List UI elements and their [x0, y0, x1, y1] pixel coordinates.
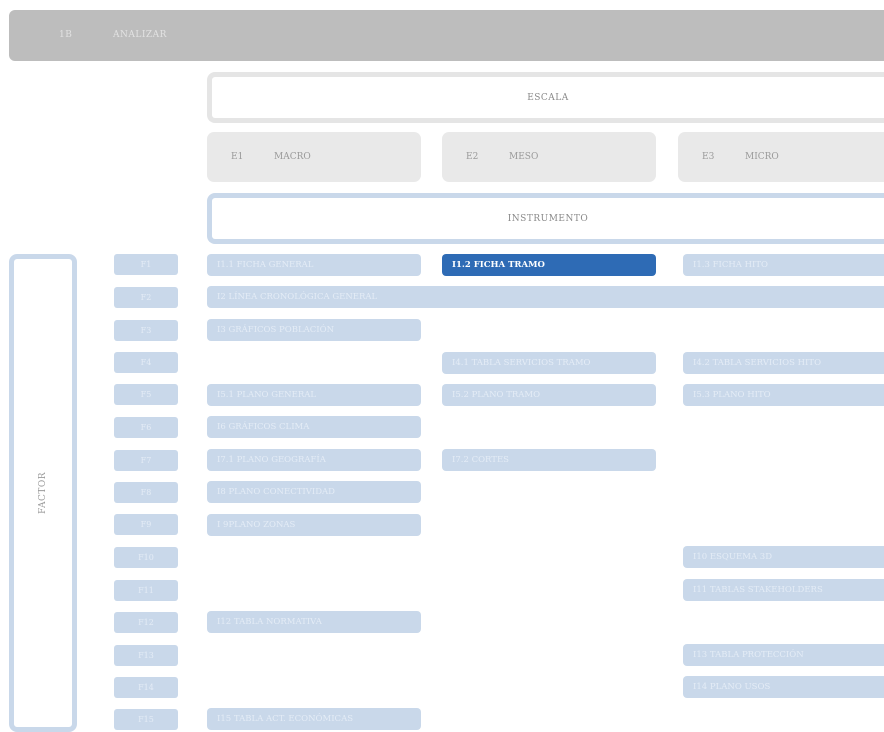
- instrument-i4-1[interactable]: I4.1 TABLA SERVICIOS TRAMO: [442, 352, 656, 374]
- scale-e2[interactable]: E2 MESO: [442, 132, 656, 182]
- factor-f5[interactable]: F5: [114, 384, 178, 405]
- instrument-i1-2[interactable]: I1.2 FICHA TRAMO: [442, 254, 656, 276]
- instrument-i12[interactable]: I12 TABLA NORMATIVA: [207, 611, 421, 633]
- scale-code: E3: [702, 152, 715, 162]
- factor-f1[interactable]: F1: [114, 254, 178, 275]
- scale-name: MACRO: [274, 152, 311, 162]
- factor-f8[interactable]: F8: [114, 482, 178, 503]
- instrument-i7-2[interactable]: I7.2 CORTES: [442, 449, 656, 471]
- factor-f14[interactable]: F14: [114, 677, 178, 698]
- instrument-i9[interactable]: I 9PLANO ZONAS: [207, 514, 421, 536]
- escala-header: ESCALA: [207, 72, 884, 123]
- instrument-i5-2[interactable]: I5.2 PLANO TRAMO: [442, 384, 656, 406]
- factor-panel: FACTOR: [9, 254, 77, 732]
- instrument-i5-1[interactable]: I5.1 PLANO GENERAL: [207, 384, 421, 406]
- scale-name: MESO: [509, 152, 539, 162]
- instrument-i14[interactable]: I14 PLANO USOS: [683, 676, 884, 698]
- instrument-i15[interactable]: I15 TABLA ACT. ECONÓMICAS: [207, 708, 421, 730]
- instrument-i1-1[interactable]: I1.1 FICHA GENERAL: [207, 254, 421, 276]
- factor-f13[interactable]: F13: [114, 645, 178, 666]
- factor-f12[interactable]: F12: [114, 612, 178, 633]
- factor-f9[interactable]: F9: [114, 514, 178, 535]
- header-bar: 1B ANALIZAR: [9, 10, 884, 61]
- scale-code: E1: [231, 152, 244, 162]
- factor-title: FACTOR: [38, 471, 48, 515]
- factor-f7[interactable]: F7: [114, 450, 178, 471]
- instrument-i6[interactable]: I6 GRÁFICOS CLIMA: [207, 416, 421, 438]
- instrument-i7-1[interactable]: I7.1 PLANO GEOGRAFÍA: [207, 449, 421, 471]
- factor-f11[interactable]: F11: [114, 580, 178, 601]
- factor-f6[interactable]: F6: [114, 417, 178, 438]
- factor-f2[interactable]: F2: [114, 287, 178, 308]
- instrumento-title: INSTRUMENTO: [507, 213, 589, 224]
- instrument-i4-2[interactable]: I4.2 TABLA SERVICIOS HITO: [683, 352, 884, 374]
- instrument-i13[interactable]: I13 TABLA PROTECCIÓN: [683, 644, 884, 666]
- instrument-i11[interactable]: I11 TABLAS STAKEHOLDERS: [683, 579, 884, 601]
- instrument-i8[interactable]: I8 PLANO CONECTIVIDAD: [207, 481, 421, 503]
- header-title: ANALIZAR: [113, 30, 167, 40]
- scale-e1[interactable]: E1 MACRO: [207, 132, 421, 182]
- instrument-i10[interactable]: I10 ESQUEMA 3D: [683, 546, 884, 568]
- factor-f4[interactable]: F4: [114, 352, 178, 373]
- header-number: 1B: [59, 30, 73, 40]
- escala-title: ESCALA: [527, 92, 569, 103]
- factor-f3[interactable]: F3: [114, 320, 178, 341]
- factor-f10[interactable]: F10: [114, 547, 178, 568]
- factor-f15[interactable]: F15: [114, 709, 178, 730]
- scale-e3[interactable]: E3 MICRO: [678, 132, 884, 182]
- instrument-i1-3[interactable]: I1.3 FICHA HITO: [683, 254, 884, 276]
- scale-code: E2: [466, 152, 479, 162]
- instrument-i3[interactable]: I3 GRÁFICOS POBLACIÓN: [207, 319, 421, 341]
- instrument-i2[interactable]: I2 LÍNEA CRONOLÓGICA GENERAL: [207, 286, 884, 308]
- instrument-i5-3[interactable]: I5.3 PLANO HITO: [683, 384, 884, 406]
- instrumento-header: INSTRUMENTO: [207, 193, 884, 244]
- scale-name: MICRO: [745, 152, 779, 162]
